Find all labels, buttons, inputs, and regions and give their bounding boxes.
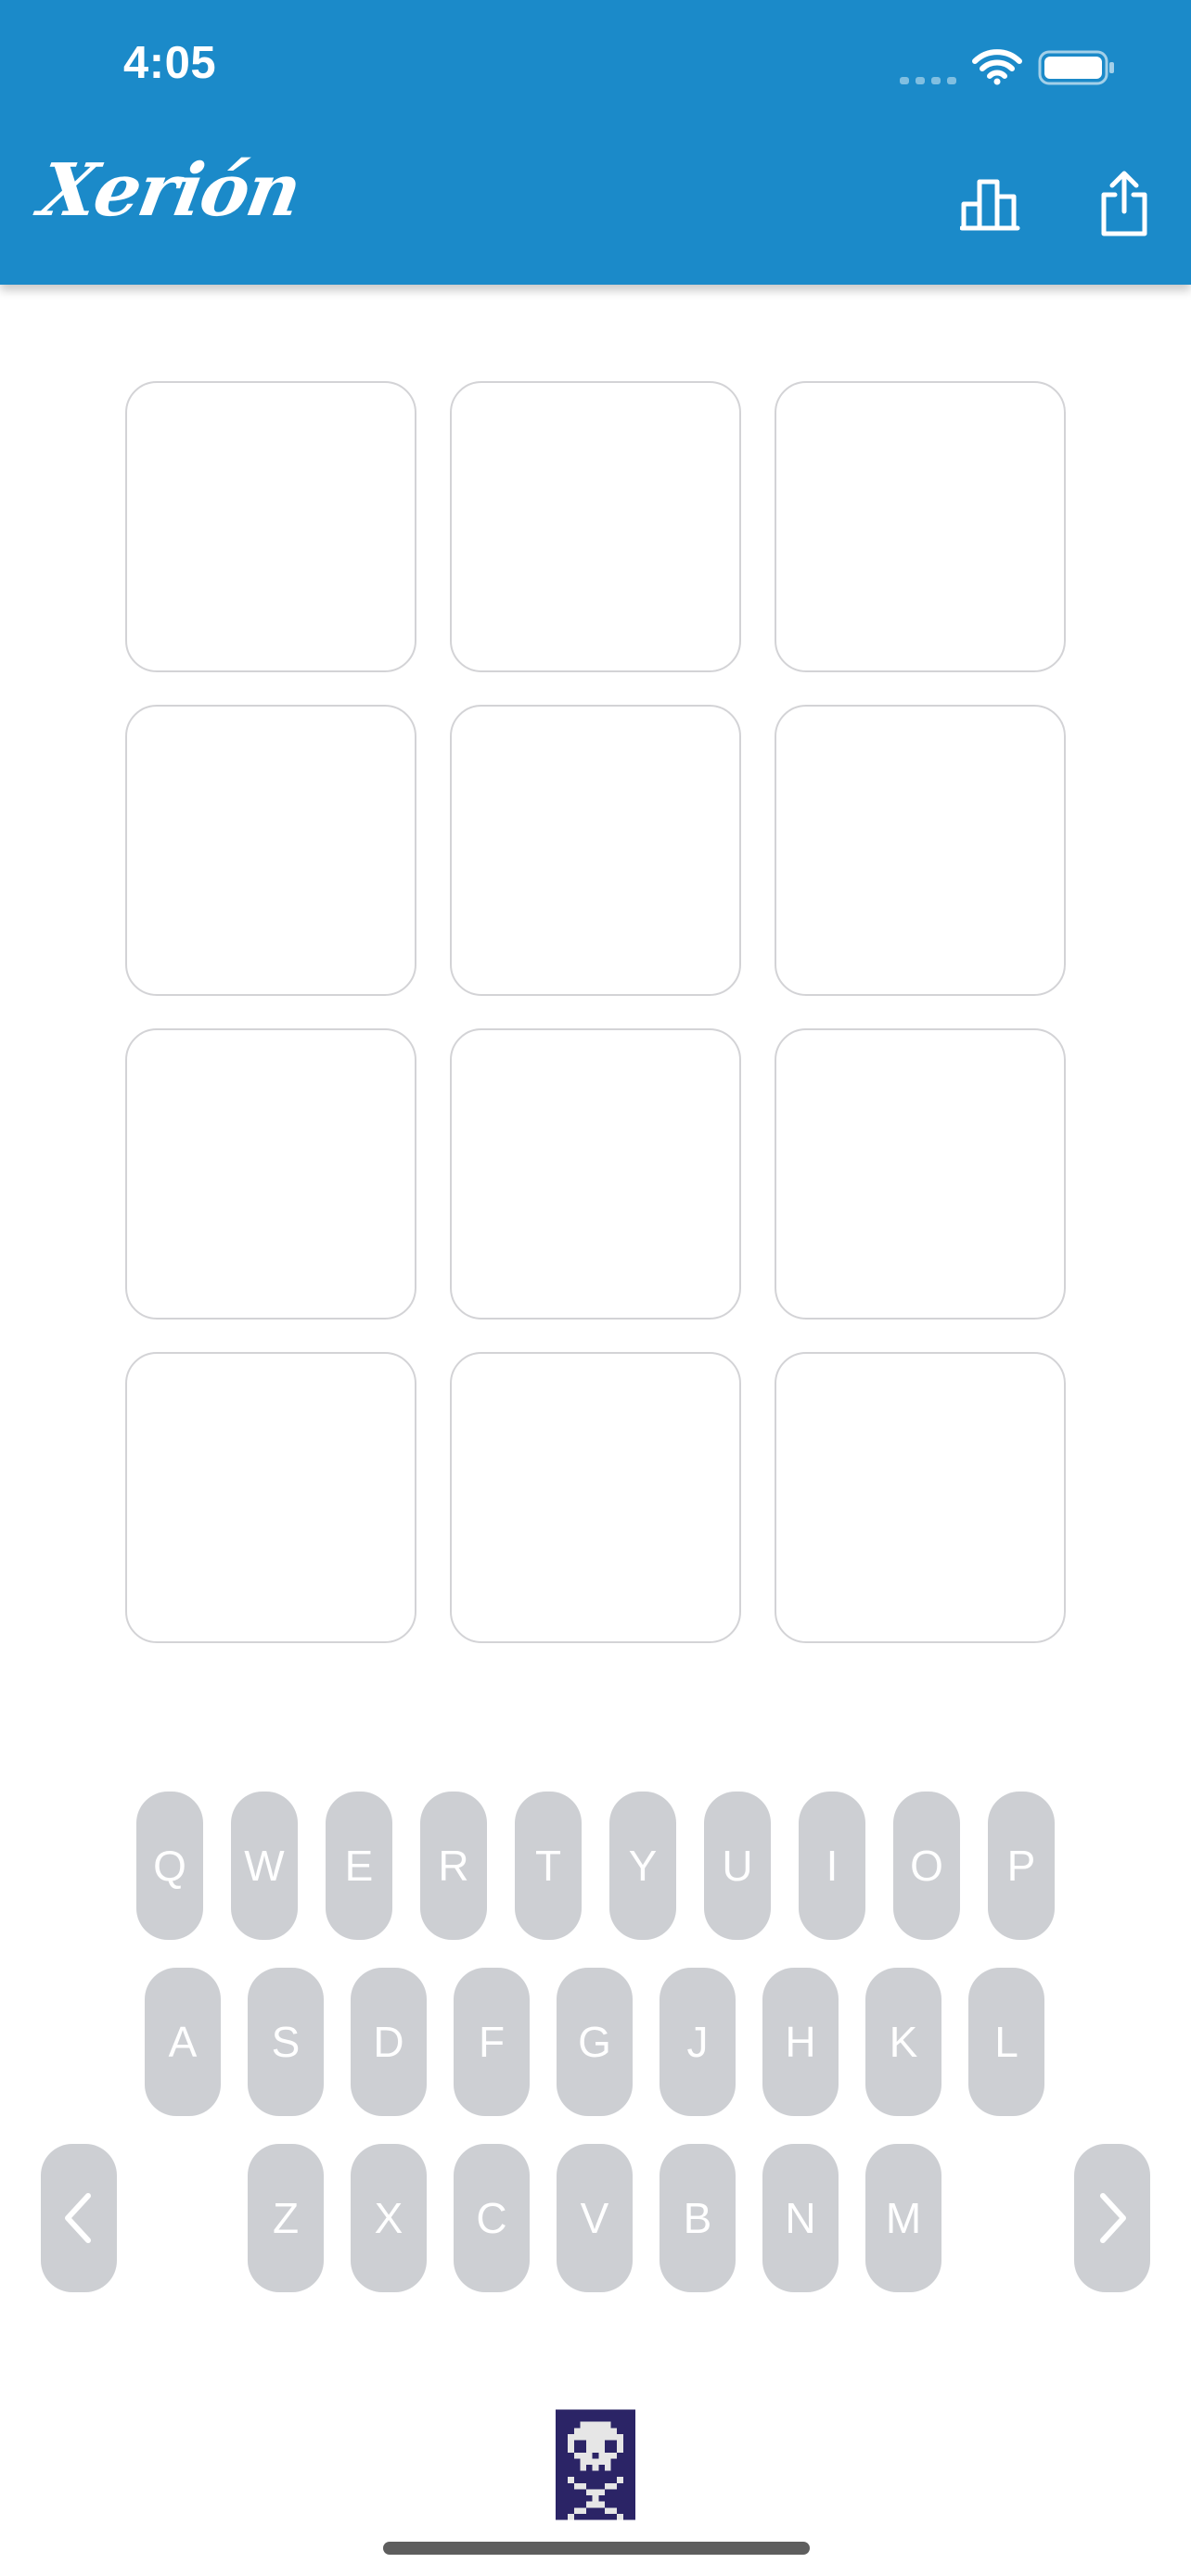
keyboard-row-3: Z X C V B N M — [0, 2144, 1191, 2292]
grid-tile[interactable] — [450, 1352, 741, 1643]
battery-icon — [1038, 50, 1114, 85]
chevron-left-icon — [65, 2193, 91, 2243]
key-g[interactable]: G — [557, 1968, 633, 2116]
key-m[interactable]: M — [865, 2144, 941, 2292]
app-screen: 4:05 Xerión Q W E R T Y U I O P A S D F … — [0, 0, 1191, 2576]
key-b[interactable]: B — [660, 2144, 736, 2292]
key-r[interactable]: R — [420, 1792, 487, 1940]
key-t[interactable]: T — [515, 1792, 582, 1940]
key-j[interactable]: J — [660, 1968, 736, 2116]
key-e[interactable]: E — [326, 1792, 392, 1940]
pixel-skull-icon[interactable] — [556, 2409, 635, 2520]
key-n[interactable]: N — [762, 2144, 839, 2292]
key-o[interactable]: O — [893, 1792, 960, 1940]
keyboard-row-1: Q W E R T Y U I O P — [0, 1792, 1191, 1940]
key-a[interactable]: A — [145, 1968, 221, 2116]
cellular-signal-icon — [900, 77, 957, 84]
grid-tile[interactable] — [775, 1352, 1066, 1643]
key-x[interactable]: X — [351, 2144, 427, 2292]
grid-tile[interactable] — [450, 381, 741, 672]
key-k[interactable]: K — [865, 1968, 941, 2116]
stats-button[interactable] — [954, 167, 1028, 241]
key-p[interactable]: P — [988, 1792, 1055, 1940]
key-l[interactable]: L — [968, 1968, 1044, 2116]
app-header: 4:05 Xerión — [0, 0, 1191, 285]
chevron-right-icon — [1100, 2193, 1126, 2243]
grid-tile[interactable] — [125, 1028, 416, 1320]
keyboard-row-2: A S D F G J H K L — [0, 1968, 1191, 2116]
share-button[interactable] — [1087, 167, 1161, 241]
key-q[interactable]: Q — [136, 1792, 203, 1940]
puzzle-grid — [125, 381, 1066, 1643]
grid-tile[interactable] — [775, 1028, 1066, 1320]
key-i[interactable]: I — [799, 1792, 865, 1940]
key-c[interactable]: C — [454, 2144, 530, 2292]
key-u[interactable]: U — [704, 1792, 771, 1940]
grid-tile[interactable] — [125, 705, 416, 996]
home-indicator[interactable] — [383, 2542, 810, 2555]
bar-chart-icon — [960, 179, 1020, 231]
next-button[interactable] — [1074, 2144, 1150, 2292]
grid-tile[interactable] — [450, 705, 741, 996]
share-icon — [1101, 171, 1147, 236]
key-f[interactable]: F — [454, 1968, 530, 2116]
app-logo-title: Xerión — [32, 148, 306, 233]
key-w[interactable]: W — [231, 1792, 298, 1940]
grid-tile[interactable] — [775, 705, 1066, 996]
key-h[interactable]: H — [762, 1968, 839, 2116]
prev-button[interactable] — [41, 2144, 117, 2292]
grid-tile[interactable] — [775, 381, 1066, 672]
status-time: 4:05 — [123, 38, 217, 88]
wifi-icon — [972, 49, 1022, 85]
grid-tile[interactable] — [125, 1352, 416, 1643]
grid-tile[interactable] — [450, 1028, 741, 1320]
key-z[interactable]: Z — [248, 2144, 324, 2292]
key-v[interactable]: V — [557, 2144, 633, 2292]
grid-tile[interactable] — [125, 381, 416, 672]
key-s[interactable]: S — [248, 1968, 324, 2116]
key-d[interactable]: D — [351, 1968, 427, 2116]
key-y[interactable]: Y — [609, 1792, 676, 1940]
